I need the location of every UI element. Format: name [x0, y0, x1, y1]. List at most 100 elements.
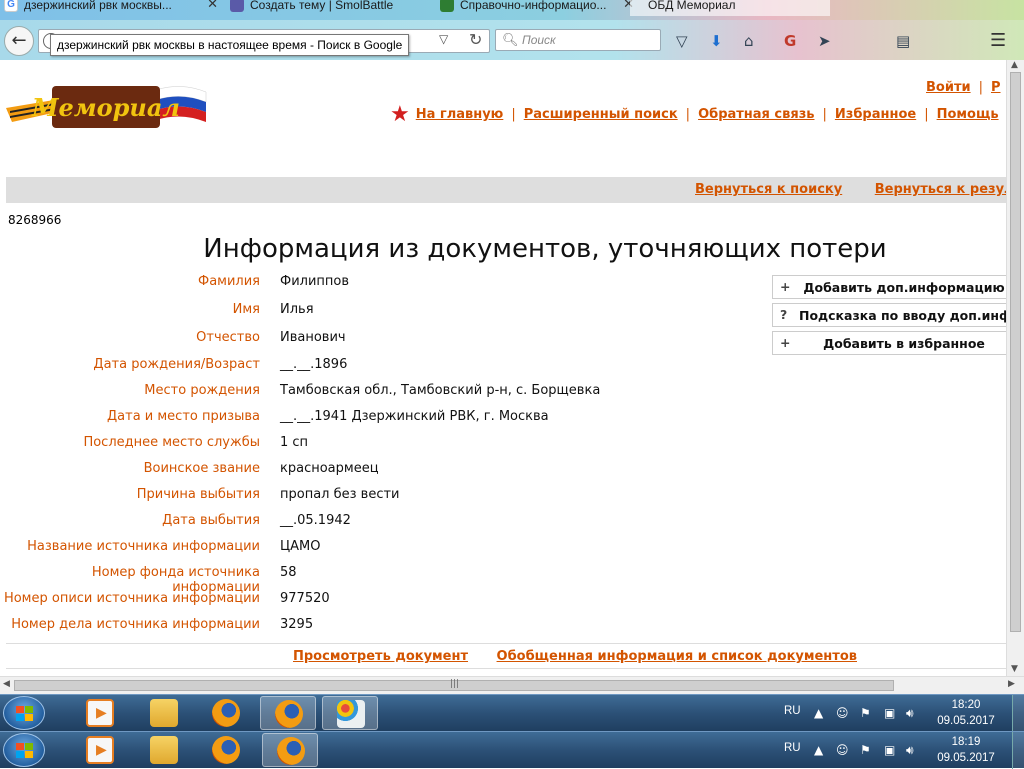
- show-hidden-icons-icon[interactable]: ▲: [814, 706, 823, 720]
- clock-time: 18:20: [951, 699, 981, 711]
- page-content: Мемориал Войти | Р ★ На главную | Расширенный…: [0, 60, 1006, 676]
- network-icon[interactable]: ▣: [884, 706, 895, 720]
- folder-icon: [150, 699, 178, 727]
- field-value: __.__.1941 Дзержинский РВК, г. Москва: [280, 409, 549, 424]
- field-label: Номер дела источника информации: [11, 617, 260, 632]
- field-label: Воинское звание: [143, 461, 260, 476]
- taskbar-media-player[interactable]: ▶: [72, 696, 128, 730]
- menu-icon[interactable]: ☰: [990, 30, 1006, 51]
- search-icon: 🔍︎: [502, 32, 519, 47]
- taskbar-firefox-active[interactable]: [262, 733, 318, 767]
- start-button[interactable]: [3, 733, 45, 767]
- page-title: Информация из документов, уточняющих пот…: [203, 234, 887, 264]
- view-document-link[interactable]: Просмотреть документ: [293, 649, 468, 664]
- browser-tab[interactable]: Создать тему | SmolBattle: [226, 0, 426, 16]
- field-label: Отчество: [196, 330, 260, 345]
- browser-tab-active[interactable]: ОБД Мемориал: [630, 0, 830, 16]
- clock[interactable]: 18:19 09.05.2017: [926, 734, 1006, 766]
- dropdown-arrow-icon[interactable]: ▽: [439, 32, 448, 46]
- back-to-results-link[interactable]: Вернуться к результатам: [875, 182, 1006, 197]
- nav-feedback-link[interactable]: Обратная связь: [698, 107, 814, 122]
- scroll-right-icon[interactable]: ▶: [1008, 679, 1015, 689]
- login-links: Войти | Р: [926, 80, 1001, 95]
- field-row: Воинское звание красноармеец: [0, 461, 760, 487]
- nav-favorites-link[interactable]: Избранное: [835, 107, 916, 122]
- url-tooltip: дзержинский рвк москвы в настоящее время…: [50, 34, 410, 56]
- show-hidden-icons-icon[interactable]: ▲: [814, 743, 823, 757]
- action-center-icon[interactable]: ⚑: [860, 706, 871, 720]
- tab-title: Создать тему | SmolBattle: [250, 0, 394, 12]
- login-link[interactable]: Войти: [926, 80, 971, 95]
- network-icon[interactable]: ▣: [884, 743, 895, 757]
- input-hint-button[interactable]: ? Подсказка по вводу доп.информации: [772, 303, 1006, 327]
- nav-home-link[interactable]: На главную: [416, 107, 504, 122]
- svg-text:Мемориал: Мемориал: [31, 93, 180, 122]
- browser-tab-bar: G дзержинский рвк москвы... ✕ Создать те…: [0, 0, 1024, 20]
- add-info-button[interactable]: + Добавить доп.информацию: [772, 275, 1006, 299]
- show-desktop-button[interactable]: [1012, 695, 1024, 732]
- nav-advanced-search-link[interactable]: Расширенный поиск: [524, 107, 678, 122]
- field-label: Место рождения: [144, 383, 260, 398]
- language-indicator[interactable]: RU: [784, 705, 801, 717]
- app-tray-icon[interactable]: ☺: [836, 743, 849, 757]
- reload-icon[interactable]: ↻: [469, 30, 482, 49]
- scroll-down-icon[interactable]: ▼: [1011, 664, 1018, 674]
- clock-date: 09.05.2017: [937, 752, 995, 764]
- volume-icon[interactable]: 🔊︎: [906, 743, 914, 758]
- button-label: Подсказка по вводу доп.информации: [799, 308, 1006, 323]
- taskbar-firefox[interactable]: [198, 696, 254, 730]
- clock[interactable]: 18:20 09.05.2017: [926, 697, 1006, 729]
- back-to-search-link[interactable]: Вернуться к поиску: [695, 182, 842, 197]
- volume-icon[interactable]: 🔊︎: [906, 706, 914, 721]
- add-to-favorites-button[interactable]: + Добавить в избранное: [772, 331, 1006, 355]
- media-player-icon: ▶: [86, 736, 114, 764]
- download-icon[interactable]: ⬇: [710, 32, 723, 50]
- field-value: Тамбовская обл., Тамбовский р-н, с. Борщ…: [280, 383, 601, 398]
- browser-tab[interactable]: G дзержинский рвк москвы... ✕: [0, 0, 220, 16]
- firefox-icon: [212, 699, 240, 727]
- button-label: Добавить в избранное: [823, 336, 985, 351]
- paint-icon: [337, 700, 365, 728]
- summary-documents-link[interactable]: Обобщенная информация и список документо…: [497, 649, 857, 664]
- media-player-icon: ▶: [86, 699, 114, 727]
- start-button[interactable]: [3, 696, 45, 730]
- taskbar-media-player[interactable]: ▶: [72, 733, 128, 767]
- results-nav-bar: Вернуться к поиску Вернуться к результат…: [6, 177, 1006, 203]
- action-center-icon[interactable]: ⚑: [860, 743, 871, 757]
- search-input[interactable]: 🔍︎ Поиск: [495, 29, 661, 51]
- close-tab-icon[interactable]: ✕: [207, 0, 218, 12]
- clipboard-icon[interactable]: ▤: [896, 32, 910, 50]
- taskbar-firefox-active[interactable]: [260, 696, 316, 730]
- field-row: Номер фонда источника информации 58: [0, 565, 760, 595]
- back-arrow-icon: ←: [11, 30, 27, 51]
- language-indicator[interactable]: RU: [784, 742, 801, 754]
- show-desktop-button[interactable]: [1012, 732, 1024, 769]
- field-label: Номер описи источника информации: [3, 591, 260, 606]
- send-icon[interactable]: ➤: [818, 32, 831, 50]
- taskbar-paint[interactable]: [322, 696, 378, 730]
- field-label: Фамилия: [198, 274, 260, 289]
- field-row: Место рождения Тамбовская обл., Тамбовски…: [0, 383, 760, 409]
- clock-date: 09.05.2017: [937, 715, 995, 727]
- memorial-logo[interactable]: Мемориал: [6, 80, 208, 136]
- browser-tab[interactable]: Справочно-информацио... ✕: [436, 0, 636, 16]
- windows-taskbar: ▶ RU ▲ ☺ ⚑ ▣ 🔊︎ 18:20 09.05.2017: [0, 694, 1024, 732]
- scroll-thumb[interactable]: [1010, 72, 1021, 632]
- firefox-icon: [212, 736, 240, 764]
- register-link[interactable]: Р: [991, 80, 1001, 95]
- home-icon[interactable]: ⌂: [744, 32, 754, 50]
- pocket-icon[interactable]: ▽: [676, 32, 688, 50]
- addon-icon[interactable]: G: [784, 32, 796, 50]
- scroll-left-icon[interactable]: ◀: [3, 679, 10, 689]
- horizontal-scrollbar[interactable]: ◀ ||| ▶: [0, 676, 1024, 694]
- back-button[interactable]: ←: [4, 26, 34, 56]
- vertical-scrollbar[interactable]: ▲ ▼: [1006, 60, 1024, 676]
- taskbar-firefox[interactable]: [198, 733, 254, 767]
- taskbar-explorer[interactable]: [136, 733, 192, 767]
- taskbar-explorer[interactable]: [136, 696, 192, 730]
- app-tray-icon[interactable]: ☺: [836, 706, 849, 720]
- nav-help-link[interactable]: Помощь: [937, 107, 999, 122]
- scroll-up-icon[interactable]: ▲: [1011, 60, 1018, 70]
- help-icon: ?: [780, 307, 788, 322]
- field-row: Фамилия Филиппов: [0, 274, 760, 300]
